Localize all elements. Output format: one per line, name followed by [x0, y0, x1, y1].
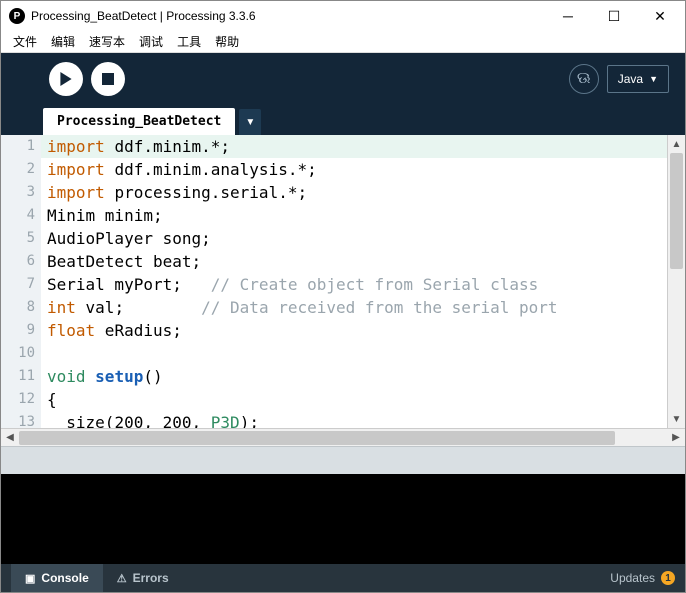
line-gutter: 12345678910111213 — [1, 135, 41, 428]
line-number: 5 — [1, 227, 35, 250]
minimize-button[interactable]: ─ — [545, 1, 591, 31]
bottom-bar: ▣ Console ⚠ Errors Updates 1 — [1, 564, 685, 592]
chevron-down-icon: ▼ — [649, 74, 658, 84]
line-number: 10 — [1, 342, 35, 365]
stop-icon — [102, 73, 114, 85]
code-line[interactable] — [41, 342, 667, 365]
scroll-thumb-horizontal[interactable] — [19, 431, 615, 445]
menu-file[interactable]: 文件 — [7, 31, 43, 52]
code-line[interactable]: AudioPlayer song; — [41, 227, 667, 250]
play-icon — [59, 72, 73, 86]
line-number: 3 — [1, 181, 35, 204]
app-icon: P — [9, 8, 25, 24]
scroll-thumb-vertical[interactable] — [670, 153, 683, 269]
code-line[interactable]: import ddf.minim.*; — [41, 135, 667, 158]
line-number: 4 — [1, 204, 35, 227]
butterfly-icon: ଊ — [577, 70, 591, 88]
errors-tab[interactable]: ⚠ Errors — [103, 564, 183, 592]
debug-button[interactable]: ଊ — [569, 64, 599, 94]
line-number: 1 — [1, 135, 35, 158]
menu-sketch[interactable]: 速写本 — [83, 31, 131, 52]
line-number: 11 — [1, 365, 35, 388]
editor: 12345678910111213 import ddf.minim.*;imp… — [1, 135, 685, 428]
updates-label: Updates — [610, 571, 655, 585]
updates-badge: 1 — [661, 571, 675, 585]
code-line[interactable]: import ddf.minim.analysis.*; — [41, 158, 667, 181]
tabbar: Processing_BeatDetect ▼ — [1, 105, 685, 135]
line-number: 12 — [1, 388, 35, 411]
console-icon: ▣ — [25, 572, 35, 585]
run-button[interactable] — [49, 62, 83, 96]
code-line[interactable]: Serial myPort; // Create object from Ser… — [41, 273, 667, 296]
scroll-down-arrow[interactable]: ▼ — [668, 410, 685, 428]
console-tab[interactable]: ▣ Console — [11, 564, 103, 592]
code-area[interactable]: import ddf.minim.*;import ddf.minim.anal… — [41, 135, 667, 428]
console-tab-label: Console — [41, 571, 88, 585]
line-number: 6 — [1, 250, 35, 273]
stop-button[interactable] — [91, 62, 125, 96]
code-line[interactable]: BeatDetect beat; — [41, 250, 667, 273]
tab-menu-button[interactable]: ▼ — [239, 109, 261, 135]
menubar: 文件 编辑 速写本 调试 工具 帮助 — [1, 31, 685, 53]
line-number: 8 — [1, 296, 35, 319]
toolbar: ଊ Java ▼ — [1, 53, 685, 105]
close-button[interactable]: ✕ — [637, 1, 683, 31]
vertical-scrollbar[interactable]: ▲ ▼ — [667, 135, 685, 428]
code-line[interactable]: Minim minim; — [41, 204, 667, 227]
mode-selector[interactable]: Java ▼ — [607, 65, 669, 93]
mode-label: Java — [618, 72, 643, 86]
console-output[interactable] — [1, 474, 685, 564]
code-line[interactable]: float eRadius; — [41, 319, 667, 342]
updates-link[interactable]: Updates 1 — [610, 571, 675, 585]
warning-icon: ⚠ — [117, 572, 127, 585]
line-number: 2 — [1, 158, 35, 181]
line-number: 7 — [1, 273, 35, 296]
menu-tools[interactable]: 工具 — [171, 31, 207, 52]
scroll-up-arrow[interactable]: ▲ — [668, 135, 685, 153]
menu-help[interactable]: 帮助 — [209, 31, 245, 52]
errors-tab-label: Errors — [133, 571, 169, 585]
menu-debug[interactable]: 调试 — [133, 31, 169, 52]
scroll-right-arrow[interactable]: ▶ — [667, 432, 685, 443]
menu-edit[interactable]: 编辑 — [45, 31, 81, 52]
message-area — [1, 446, 685, 474]
code-line[interactable]: void setup() — [41, 365, 667, 388]
code-line[interactable]: size(200, 200, P3D); — [41, 411, 667, 428]
scroll-left-arrow[interactable]: ◀ — [1, 432, 19, 443]
code-line[interactable]: int val; // Data received from the seria… — [41, 296, 667, 319]
horizontal-scrollbar[interactable]: ◀ ▶ — [1, 428, 685, 446]
code-line[interactable]: import processing.serial.*; — [41, 181, 667, 204]
sketch-tab[interactable]: Processing_BeatDetect — [43, 108, 235, 135]
line-number: 9 — [1, 319, 35, 342]
window-title: Processing_BeatDetect | Processing 3.3.6 — [31, 9, 545, 23]
code-line[interactable]: { — [41, 388, 667, 411]
maximize-button[interactable]: ☐ — [591, 1, 637, 31]
titlebar: P Processing_BeatDetect | Processing 3.3… — [1, 1, 685, 31]
line-number: 13 — [1, 411, 35, 428]
